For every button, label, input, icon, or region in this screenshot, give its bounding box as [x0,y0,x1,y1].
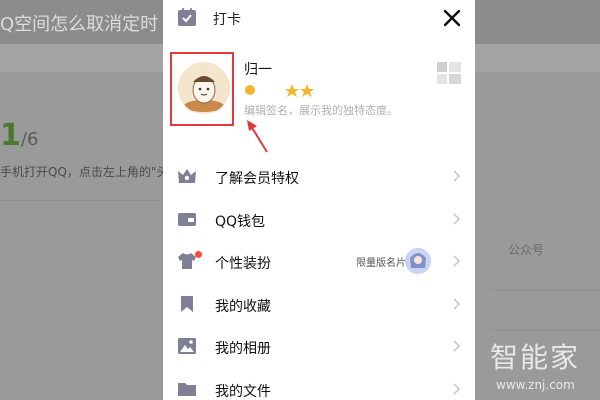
background-title: Q空间怎么取消定时 [0,14,159,35]
chevron-right-icon [453,213,461,225]
menu-item-album[interactable]: 我的相册 [163,325,475,368]
watermark-url: www.znj.com [496,378,575,392]
card-thumbnail-image [405,248,431,275]
menu-item-dressup[interactable]: 个性装扮 限量版名片 [163,240,475,283]
close-icon[interactable] [440,6,464,30]
menu-item-label: 我的相册 [215,341,271,358]
checkin-bar[interactable]: 打卡 [163,0,475,38]
drawer-menu: 了解会员特权 QQ钱包 个性装扮 限量版名片 我的收藏 我的相册 我的文件 [163,155,475,400]
chevron-right-icon [453,170,461,182]
menu-item-vip[interactable]: 了解会员特权 [163,155,475,198]
checkin-label[interactable]: 打卡 [213,9,241,29]
watermark-text: 智能家 [490,341,581,374]
menu-item-label: 我的收藏 [215,298,271,315]
wallet-icon [178,212,196,226]
username[interactable]: 归一 [244,59,272,79]
limited-card-label: 限量版名片 [356,258,406,270]
background-step: 1/6 [0,118,38,153]
avatar-image [178,62,230,114]
chevron-right-icon [453,298,461,310]
calendar-check-icon[interactable] [177,7,197,27]
level-icons[interactable] [244,83,324,97]
step-total: /6 [20,129,39,150]
menu-item-files[interactable]: 我的文件 [163,368,475,400]
avatar[interactable] [178,62,230,114]
step-number: 1 [0,118,21,153]
background-divider [0,200,160,201]
signature-field[interactable]: 编辑签名，展示我的独特态度。 [244,102,398,118]
pointer-arrow-icon [247,120,268,153]
chevron-right-icon [453,383,461,395]
folder-icon [178,382,196,396]
background-divider [490,290,600,291]
background-divider [490,330,600,331]
menu-item-label: 我的文件 [215,383,271,400]
limited-card-thumbnail [405,248,431,275]
menu-item-label: 了解会员特权 [215,171,299,187]
chevron-right-icon [453,255,461,267]
menu-item-label: 个性装扮 [215,256,271,273]
menu-item-label: QQ钱包 [215,213,266,230]
side-drawer: 打卡 归一 编辑签名，展示我的独特态度。 了解会员特权 QQ钱包 个性装扮 限量… [163,0,475,400]
watermark: 智能家 www.znj.com [488,336,598,398]
avatar-highlight [170,52,234,126]
chevron-right-icon [453,340,461,352]
background-step-text: 手机打开QQ，点击左上角的"头 [0,165,169,179]
notification-dot [195,251,202,259]
menu-item-favorites[interactable]: 我的收藏 [163,283,475,326]
background-right-text: 公众号 [508,243,545,257]
shirt-icon [178,253,196,270]
crown-icon [178,169,196,183]
photo-icon [178,338,196,355]
bookmark-icon [181,295,193,312]
profile-section: 归一 编辑签名，展示我的独特态度。 [163,44,475,134]
menu-item-wallet[interactable]: QQ钱包 [163,198,475,241]
qr-code-icon[interactable] [437,62,461,84]
